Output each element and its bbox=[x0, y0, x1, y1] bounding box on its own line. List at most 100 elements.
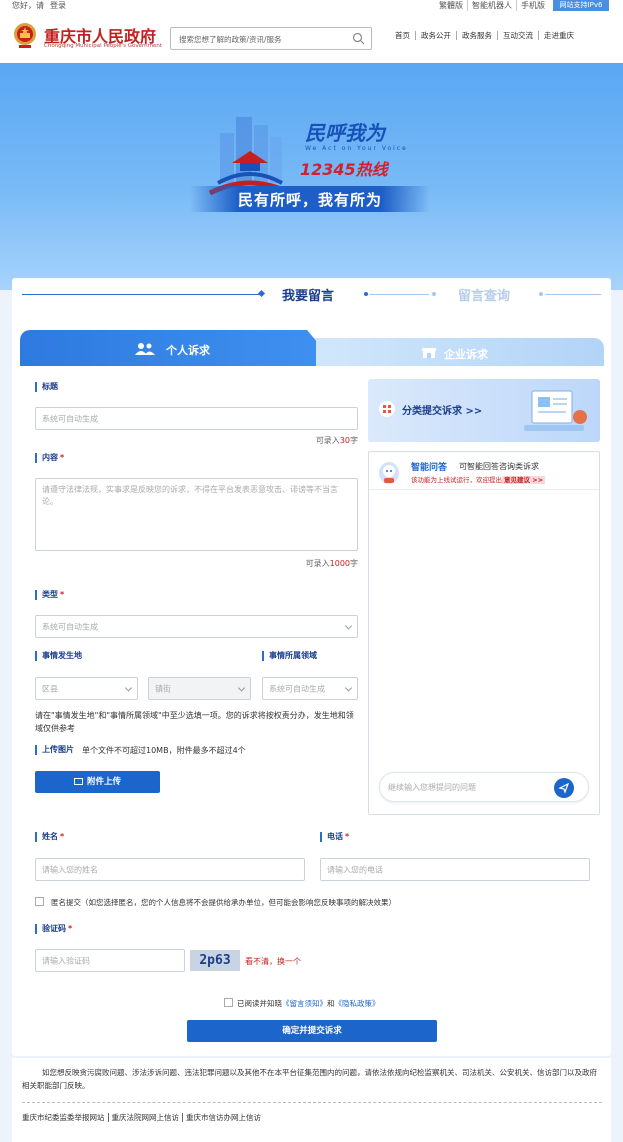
name-label: 姓名 * bbox=[35, 832, 64, 842]
tab-query-message[interactable]: 留言查询 bbox=[458, 285, 510, 304]
robot-avatar-icon bbox=[379, 462, 399, 484]
type-placeholder: 系统可自动生成 bbox=[42, 622, 98, 631]
title-count-value: 30 bbox=[339, 436, 350, 445]
required-mark: * bbox=[60, 590, 65, 599]
privacy-link[interactable]: 《隐私政策》 bbox=[335, 999, 380, 1008]
tab-personal[interactable]: 个人诉求 bbox=[20, 330, 316, 366]
type-label: 类型 * bbox=[35, 590, 64, 600]
title-char-count: 可录入30字 bbox=[316, 435, 358, 446]
greeting-text: 您好，请 bbox=[12, 1, 44, 10]
tab-business[interactable]: 企业诉求 bbox=[310, 338, 604, 366]
title-count-suffix: 字 bbox=[350, 436, 358, 445]
required-mark: * bbox=[60, 832, 65, 841]
robot-face bbox=[383, 465, 395, 483]
title-placeholder: 系统可自动生成 bbox=[42, 414, 98, 423]
required-mark: * bbox=[345, 832, 350, 841]
mobile-link[interactable]: 手机版 bbox=[517, 0, 549, 11]
robot-link[interactable]: 智能机器人 bbox=[468, 0, 517, 11]
nav-gov-open[interactable]: 政务公开 bbox=[416, 31, 457, 40]
tab-business-label: 企业诉求 bbox=[444, 348, 488, 361]
upload-button-label: 附件上传 bbox=[86, 777, 121, 787]
banner: 民呼我为 We Act on Your Voice 12345热线 民有所呼，我… bbox=[0, 63, 623, 290]
captcha-label-text: 验证码 bbox=[42, 924, 66, 933]
chat-tip-text: 该功能为上线试运行，欢迎提出 bbox=[411, 476, 502, 484]
national-emblem-icon bbox=[14, 23, 36, 48]
title-count-prefix: 可录入 bbox=[315, 436, 340, 445]
domain-select[interactable]: 系统可自动生成 bbox=[262, 677, 358, 700]
search-box[interactable]: 搜索您想了解的政策/资讯/服务 bbox=[170, 27, 372, 50]
chat-assistant: 智能问答 可智能回答咨询类诉求 该功能为上线试运行，欢迎提出 意见建议 >> 继续… bbox=[368, 451, 600, 815]
phone-placeholder: 请输入您的电话 bbox=[327, 865, 383, 874]
tab-marker bbox=[539, 292, 543, 296]
chat-title: 智能问答 bbox=[411, 463, 448, 473]
content-placeholder: 请遵守法律法规，实事求是反映您的诉求，不得在平台发表恶意攻击、诽谤等不当言论。 bbox=[42, 485, 338, 506]
submit-button[interactable]: 确定并提交诉求 bbox=[187, 1020, 437, 1042]
login-link[interactable]: 登录 bbox=[50, 1, 66, 10]
title-label-text: 标题 bbox=[42, 382, 58, 391]
type-select[interactable]: 系统可自动生成 bbox=[35, 615, 358, 638]
district-select[interactable]: 区县 bbox=[35, 677, 138, 700]
tab-personal-label: 个人诉求 bbox=[166, 344, 210, 357]
title-label: 标题 bbox=[35, 382, 58, 392]
anonymous-checkbox[interactable] bbox=[35, 897, 44, 906]
main-nav: 首页 政务公开 政务服务 互动交流 走进重庆 bbox=[390, 31, 579, 40]
agree-checkbox[interactable] bbox=[224, 998, 233, 1007]
footer-link-court[interactable]: 重庆法院网网上信访 bbox=[108, 1113, 183, 1122]
footer-links: 重庆市纪委监委举报网站 重庆法院网网上信访 重庆市信访办网上信访 bbox=[22, 1112, 264, 1123]
tab-divider bbox=[369, 294, 429, 295]
name-placeholder: 请输入您的姓名 bbox=[42, 865, 98, 874]
folder-icon bbox=[73, 778, 83, 785]
upload-button[interactable]: 附件上传 bbox=[35, 771, 160, 793]
upload-label-text: 上传图片 bbox=[42, 745, 74, 754]
title-field[interactable]: 系统可自动生成 bbox=[35, 407, 358, 430]
chat-subtitle: 可智能回答咨询类诉求 bbox=[459, 462, 539, 471]
captcha-image[interactable]: 2p63 bbox=[190, 950, 240, 971]
tab-divider bbox=[545, 294, 601, 295]
traditional-link[interactable]: 繁體版 bbox=[435, 0, 468, 11]
content-field[interactable]: 请遵守法律法规，实事求是反映您的诉求，不得在平台发表恶意攻击、诽谤等不当言论。 bbox=[35, 478, 358, 551]
chevron-down-icon bbox=[344, 621, 353, 630]
nav-gov-service[interactable]: 政务服务 bbox=[457, 31, 498, 40]
search-input[interactable]: 搜索您想了解的政策/资讯/服务 bbox=[179, 34, 282, 45]
greeting: 您好，请 登录 bbox=[12, 0, 72, 11]
required-mark: * bbox=[68, 924, 73, 933]
send-button[interactable] bbox=[554, 778, 574, 798]
upload-label: 上传图片 bbox=[35, 745, 74, 755]
phone-field[interactable]: 请输入您的电话 bbox=[320, 858, 590, 881]
content-count-suffix: 字 bbox=[350, 559, 358, 568]
domain-label: 事情所属领域 bbox=[262, 651, 317, 661]
footer-link-discipline[interactable]: 重庆市纪委监委举报网站 bbox=[22, 1113, 109, 1122]
feedback-link[interactable]: 意见建议 >> bbox=[502, 476, 546, 484]
content-label: 内容 * bbox=[35, 453, 64, 463]
name-field[interactable]: 请输入您的姓名 bbox=[35, 858, 305, 881]
store-icon bbox=[422, 348, 436, 358]
captcha-field[interactable]: 请输入验证码 bbox=[35, 949, 185, 972]
content-char-count: 可录入1000字 bbox=[306, 558, 358, 569]
location-label-text: 事情发生地 bbox=[42, 651, 82, 660]
anonymous-text: 匿名提交（如您选择匿名，您的个人信息将不会提供给承办单位，但可能会影响您反映事项… bbox=[51, 898, 396, 907]
content-label-text: 内容 bbox=[42, 453, 58, 462]
search-icon[interactable] bbox=[352, 32, 365, 45]
footer-link-petition[interactable]: 重庆市信访办网上信访 bbox=[183, 1113, 264, 1122]
type-label-text: 类型 bbox=[42, 590, 58, 599]
tab-leave-message[interactable]: 我要留言 bbox=[282, 285, 334, 304]
footer-notice: 如您想反映贪污腐败问题、涉法涉诉问题、违法犯罪问题以及其他不在本平台征集范围内的… bbox=[22, 1068, 597, 1090]
notice-link[interactable]: 《留言须知》 bbox=[282, 999, 327, 1008]
tab-marker bbox=[364, 292, 368, 296]
site-header: 重庆市人民政府 Chongqing Municipal People's Gov… bbox=[0, 11, 623, 63]
chat-tip: 该功能为上线试运行，欢迎提出 意见建议 >> bbox=[411, 474, 546, 484]
classify-submit-card[interactable]: 分类提交诉求 >> bbox=[368, 379, 600, 442]
street-select[interactable]: 镇街 bbox=[148, 677, 251, 700]
utility-links: 繁體版 智能机器人 手机版 bbox=[435, 0, 549, 11]
chat-input[interactable]: 继续输入您想提问的问题 bbox=[379, 772, 589, 802]
nav-home[interactable]: 首页 bbox=[390, 31, 416, 40]
message-panel: 我要留言 留言查询 企业诉求 个人诉求 标题 系统可自动生成 可录入30字 内容… bbox=[12, 278, 611, 1056]
nav-interaction[interactable]: 互动交流 bbox=[498, 31, 539, 40]
chevron-down-icon bbox=[344, 683, 353, 692]
location-label: 事情发生地 bbox=[35, 651, 82, 661]
captcha-refresh-link[interactable]: 看不清，换一个 bbox=[245, 956, 301, 967]
classify-icon bbox=[379, 401, 395, 417]
required-mark: * bbox=[60, 453, 65, 462]
send-icon bbox=[558, 782, 570, 794]
nav-about[interactable]: 走进重庆 bbox=[539, 31, 579, 40]
